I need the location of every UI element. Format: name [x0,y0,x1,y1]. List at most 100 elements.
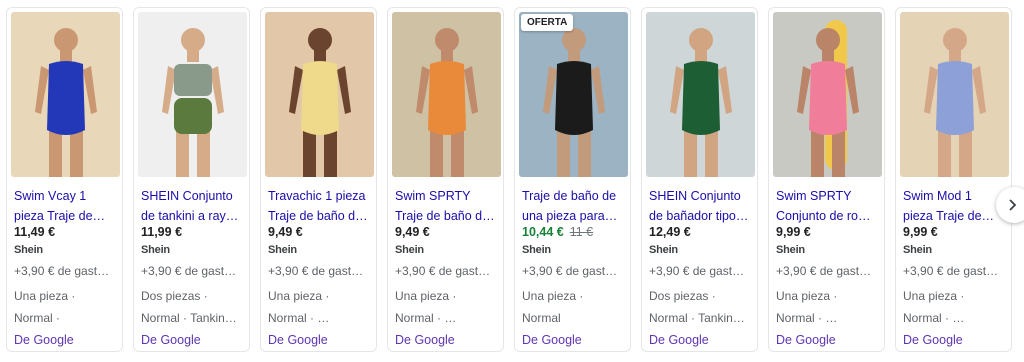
product-card[interactable]: Swim SPRTY Traje de baño d… 9,49 € Shein… [387,7,504,352]
seller-name: Shein [395,244,424,256]
product-title-line: pieza Traje de… [903,209,995,223]
source-label: De Google [649,333,709,347]
product-attribute: Una pieza · [522,289,584,303]
product-attribute: Normal · [14,311,61,325]
source-label: De Google [141,333,201,347]
product-title-link[interactable]: SHEIN Conjunto de tankini a ray… [141,186,245,226]
shipping-cost: +3,90 € de gast… [522,264,618,278]
product-title-line: pieza Traje de… [14,209,106,223]
source-label: De Google [522,333,582,347]
product-attribute: Una pieza · [268,289,330,303]
product-attribute: Una pieza · [776,289,838,303]
source-label: De Google [776,333,836,347]
product-title-link[interactable]: Swim Mod 1 pieza Traje de… [903,186,1007,226]
price-row: 12,49 € [649,225,691,239]
seller-name: Shein [522,244,551,256]
seller-name: Shein [14,244,43,256]
product-attribute: Normal · … [776,311,838,325]
shipping-cost: +3,90 € de gast… [649,264,745,278]
price: 12,49 € [649,225,691,239]
price-row: 9,49 € [395,225,430,239]
price: 9,99 € [776,225,811,239]
product-attribute: Normal · … [268,311,330,325]
product-title-link[interactable]: Traje de baño de una pieza para… [522,186,626,226]
product-card[interactable]: Travachic 1 pieza Traje de baño d… 9,49 … [260,7,377,352]
product-attribute: Una pieza · [903,289,965,303]
seller-name: Shein [268,244,297,256]
product-image[interactable] [646,12,755,177]
product-card[interactable]: Swim SPRTY Conjunto de ro… 9,99 € Shein … [768,7,885,352]
product-title-line: Traje de baño d… [268,209,368,223]
product-title-line: SHEIN Conjunto [649,189,741,203]
offer-badge: OFERTA [521,14,574,31]
product-image[interactable] [138,12,247,177]
shipping-cost: +3,90 € de gast… [395,264,491,278]
product-card[interactable]: SHEIN Conjunto de bañador tipo… 12,49 € … [641,7,758,352]
product-title-link[interactable]: Swim SPRTY Traje de baño d… [395,186,499,226]
product-title-link[interactable]: Travachic 1 pieza Traje de baño d… [268,186,372,226]
product-attribute: Normal · … [395,311,457,325]
product-title-line: SHEIN Conjunto [141,189,233,203]
product-attribute: Normal · … [903,311,965,325]
product-title-line: Swim SPRTY [395,189,471,203]
product-image[interactable] [519,12,628,177]
product-attribute: Dos piezas · [649,289,716,303]
price-row: 11,99 € [141,225,182,239]
product-attribute: Dos piezas · [141,289,208,303]
product-title-line: Swim SPRTY [776,189,852,203]
price-row: 9,99 € [776,225,811,239]
seller-name: Shein [649,244,678,256]
product-title-line: Traje de baño d… [395,209,495,223]
product-card[interactable]: Swim Vcay 1 pieza Traje de… 11,49 € Shei… [6,7,123,352]
shipping-cost: +3,90 € de gast… [776,264,872,278]
source-label: De Google [395,333,455,347]
product-card[interactable]: SHEIN Conjunto de tankini a ray… 11,99 €… [133,7,250,352]
source-label: De Google [14,333,74,347]
product-title-link[interactable]: Swim SPRTY Conjunto de ro… [776,186,880,226]
source-label: De Google [268,333,328,347]
product-title-line: Conjunto de ro… [776,209,871,223]
original-price: 11 € [569,225,594,239]
seller-name: Shein [776,244,805,256]
shipping-cost: +3,90 € de gast… [141,264,237,278]
price: 9,49 € [395,225,430,239]
price-row: 9,49 € [268,225,303,239]
product-title-line: Travachic 1 pieza [268,189,366,203]
product-card[interactable]: Swim Mod 1 pieza Traje de… 9,99 € Shein … [895,7,1012,352]
product-title-line: de tankini a ray… [141,209,239,223]
price: 9,49 € [268,225,303,239]
source-label: De Google [903,333,963,347]
product-title-line: Swim Mod 1 [903,189,972,203]
product-image[interactable] [392,12,501,177]
product-title-line: Swim Vcay 1 [14,189,87,203]
product-attribute: Normal [522,311,561,325]
next-button[interactable] [996,187,1024,223]
product-image[interactable] [11,12,120,177]
price: 11,49 € [14,225,56,239]
shipping-cost: +3,90 € de gast… [903,264,999,278]
product-image[interactable] [773,12,882,177]
product-attribute: Normal · Tankin… [649,311,745,325]
shipping-cost: +3,90 € de gast… [14,264,110,278]
product-attribute: Una pieza · [395,289,457,303]
price: 9,99 € [903,225,938,239]
sale-price: 10,44 € [522,225,564,239]
seller-name: Shein [141,244,170,256]
shipping-cost: +3,90 € de gast… [268,264,364,278]
product-attribute: Normal · Tankin… [141,311,237,325]
chevron-right-icon [1009,199,1017,211]
product-title-link[interactable]: SHEIN Conjunto de bañador tipo… [649,186,753,226]
product-card[interactable]: OFERTA Traje de baño de una pieza para… … [514,7,631,352]
product-title-link[interactable]: Swim Vcay 1 pieza Traje de… [14,186,118,226]
product-title-line: Traje de baño de [522,189,617,203]
price-row: 11,49 € [14,225,55,239]
product-image[interactable] [265,12,374,177]
price-row: 10,44 € 11 € [522,225,593,239]
product-title-line: de bañador tipo… [649,209,749,223]
product-attribute: Una pieza · [14,289,76,303]
product-image[interactable] [900,12,1009,177]
price-row: 9,99 € [903,225,938,239]
price: 11,99 € [141,225,183,239]
product-title-line: una pieza para… [522,209,618,223]
seller-name: Shein [903,244,932,256]
